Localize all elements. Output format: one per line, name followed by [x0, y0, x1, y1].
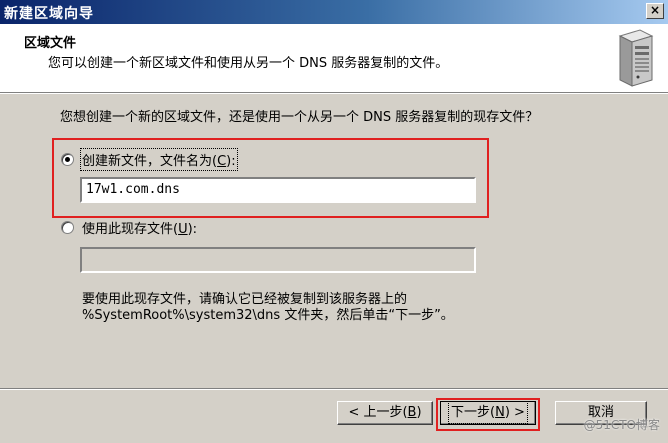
back-button-label: < 上一步(B): [348, 405, 422, 420]
label-accel: C: [217, 154, 227, 169]
close-button[interactable]: ×: [646, 3, 664, 19]
existing-filename-input[interactable]: [80, 247, 476, 273]
page-description: 您可以创建一个新区域文件和使用从另一个 DNS 服务器复制的文件。: [48, 56, 449, 71]
watermark: @51CTO博客: [583, 418, 660, 432]
label-text: 使用此现存文件(: [82, 222, 179, 237]
header-divider: [0, 93, 668, 94]
radio-use-existing-label[interactable]: 使用此现存文件(U):: [82, 218, 197, 237]
window-title: 新建区域向导: [4, 6, 94, 22]
new-filename-input[interactable]: 17w1.com.dns: [80, 177, 476, 203]
label-suffix: ):: [187, 222, 198, 237]
back-button[interactable]: < 上一步(B): [337, 401, 433, 425]
wizard-header: 区域文件 您可以创建一个新区域文件和使用从另一个 DNS 服务器复制的文件。: [0, 24, 668, 93]
radio-selected-dot: [65, 157, 70, 162]
question-text: 您想创建一个新的区域文件，还是使用一个从另一个 DNS 服务器复制的现存文件？: [60, 110, 539, 125]
next-button-label: 下一步(N) >: [448, 401, 528, 424]
page-title: 区域文件: [24, 36, 77, 51]
label-accel: U: [178, 222, 188, 237]
radio-use-existing[interactable]: [61, 221, 74, 234]
footer-divider-highlight: [0, 389, 668, 390]
label-suffix: ):: [226, 154, 236, 169]
radio-create-new-label[interactable]: 创建新文件，文件名为(C):: [80, 148, 238, 171]
close-icon: ×: [649, 3, 661, 17]
next-button[interactable]: 下一步(N) >: [440, 401, 536, 425]
label-text: 创建新文件，文件名为(: [82, 154, 218, 169]
server-icon: [618, 29, 654, 87]
radio-create-new[interactable]: [61, 153, 74, 166]
note-line-2: %SystemRoot%\system32\dns 文件夹，然后单击“下一步”。: [82, 308, 454, 323]
title-bar: 新建区域向导 ×: [0, 0, 668, 24]
